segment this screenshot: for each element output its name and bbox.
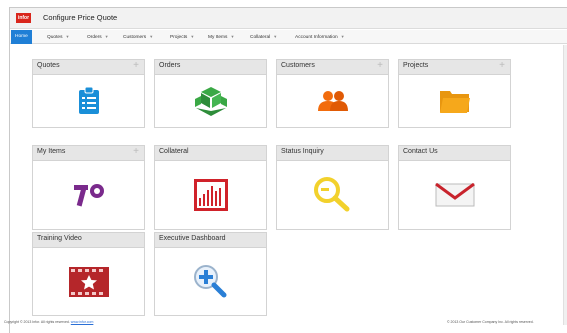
nav-label: Quotes (47, 35, 63, 40)
app-window: infor Configure Price Quote Home Quotes ▼… (9, 7, 567, 333)
bar-chart-icon (193, 179, 228, 211)
mail-icon (434, 183, 475, 207)
infor-logo[interactable]: infor (16, 13, 31, 23)
add-project-button[interactable]: + (499, 60, 505, 72)
tile-customers[interactable]: Customers + (276, 59, 389, 128)
tile-body (155, 247, 266, 315)
tile-my-items[interactable]: My Items + (32, 145, 145, 230)
tile-training-video[interactable]: Training Video (32, 232, 145, 316)
tile-body (33, 247, 144, 315)
tile-title: Projects (403, 62, 429, 69)
tile-contact-us[interactable]: Contact Us (398, 145, 511, 230)
nav-label: My Items (208, 35, 228, 40)
tile-body (399, 160, 510, 229)
nav-customers[interactable]: Customers ▼ (123, 30, 153, 44)
app-title: Configure Price Quote (43, 13, 118, 22)
tile-body (277, 74, 388, 127)
chevron-down-icon: ▼ (149, 34, 154, 39)
title-bar: infor Configure Price Quote (10, 8, 567, 29)
chevron-down-icon: ▼ (190, 34, 195, 39)
nav-quotes[interactable]: Quotes ▼ (47, 30, 69, 44)
footer-copyright-text: Copyright © 2013 Infor. All rights reser… (4, 320, 70, 324)
nav-label: Account Information (295, 35, 338, 40)
page-scrollbar[interactable] (563, 45, 567, 325)
chevron-down-icon: ▼ (65, 34, 70, 39)
tile-body (33, 74, 144, 127)
nav-label: Home (15, 34, 28, 39)
add-quote-button[interactable]: + (133, 60, 139, 72)
tile-collateral[interactable]: Collateral (154, 145, 267, 230)
package-icon (194, 87, 227, 116)
tile-title: Orders (159, 62, 181, 69)
tile-title: Quotes (37, 62, 60, 69)
tile-title: My Items (37, 148, 66, 155)
footer-copyright: Copyright © 2013 Infor. All rights reser… (4, 320, 93, 324)
tile-body (33, 160, 144, 229)
tile-body (277, 160, 388, 229)
video-film-icon (68, 266, 109, 297)
nav-collateral[interactable]: Collateral ▼ (250, 30, 277, 44)
chevron-down-icon: ▼ (340, 34, 345, 39)
chevron-down-icon: ▼ (230, 34, 235, 39)
tile-quotes[interactable]: Quotes + (32, 59, 145, 128)
tile-projects[interactable]: Projects + (398, 59, 511, 128)
zoom-in-icon (193, 264, 226, 297)
tile-orders[interactable]: Orders (154, 59, 267, 128)
tile-body (399, 74, 510, 127)
users-icon (317, 91, 348, 111)
chevron-down-icon: ▼ (273, 34, 278, 39)
footer-company-copyright: © 2013 Our Customer Company Inc. All rig… (447, 320, 534, 324)
main-nav: Home Quotes ▼ Orders ▼ Customers ▼ Projects… (10, 30, 567, 44)
nav-label: Orders (87, 35, 102, 40)
tile-status-inquiry[interactable]: Status Inquiry (276, 145, 389, 230)
tile-body (155, 74, 266, 127)
add-item-button[interactable]: + (133, 146, 139, 158)
tile-executive-dashboard[interactable]: Executive Dashboard (154, 232, 267, 316)
search-icon (313, 177, 349, 212)
nav-projects[interactable]: Projects ▼ (170, 30, 194, 44)
tile-title: Training Video (37, 235, 82, 242)
add-customer-button[interactable]: + (377, 60, 383, 72)
chevron-down-icon: ▼ (104, 34, 109, 39)
footer-infor-link[interactable]: www.infor.com (71, 320, 94, 324)
nav-my-items[interactable]: My Items ▼ (208, 30, 234, 44)
nav-orders[interactable]: Orders ▼ (87, 30, 109, 44)
tile-title: Status Inquiry (281, 148, 324, 155)
folder-icon (439, 91, 470, 113)
tools-icon (73, 184, 104, 207)
tile-title: Executive Dashboard (159, 235, 226, 242)
nav-label: Collateral (250, 35, 271, 40)
nav-home[interactable]: Home (11, 30, 32, 44)
tile-title: Contact Us (403, 148, 438, 155)
tile-title: Customers (281, 62, 315, 69)
tile-body (155, 160, 266, 229)
nav-label: Customers (123, 35, 147, 40)
clipboard-icon (78, 87, 99, 114)
nav-label: Projects (170, 35, 188, 40)
tile-title: Collateral (159, 148, 189, 155)
nav-account-information[interactable]: Account Information ▼ (295, 30, 345, 44)
